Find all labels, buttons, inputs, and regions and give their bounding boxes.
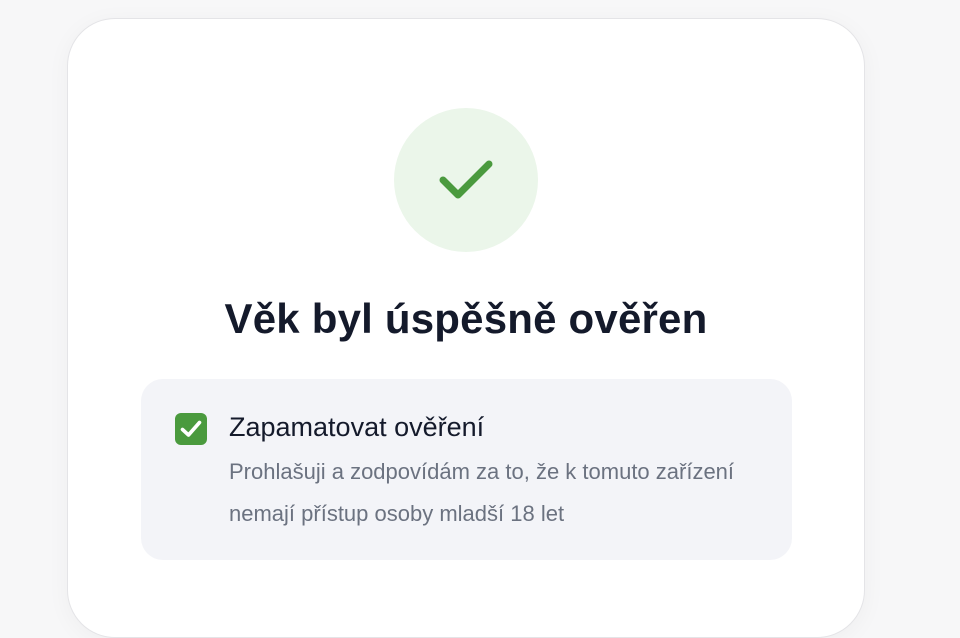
checkmark-icon bbox=[439, 160, 493, 199]
remember-label[interactable]: Zapamatovat ověření bbox=[229, 409, 484, 445]
remember-checkbox[interactable] bbox=[175, 413, 207, 445]
page-title: Věk byl úspěšně ověřen bbox=[224, 295, 708, 342]
checkbox-check-icon bbox=[180, 420, 202, 437]
verification-card: Věk byl úspěšně ověřen Zapamatovat ověře… bbox=[67, 18, 865, 638]
success-badge bbox=[394, 108, 538, 252]
remember-description: Prohlašuji a zodpovídám za to, že k tomu… bbox=[229, 459, 735, 526]
remember-verification-panel: Zapamatovat ověření Prohlašuji a zodpoví… bbox=[141, 379, 792, 560]
